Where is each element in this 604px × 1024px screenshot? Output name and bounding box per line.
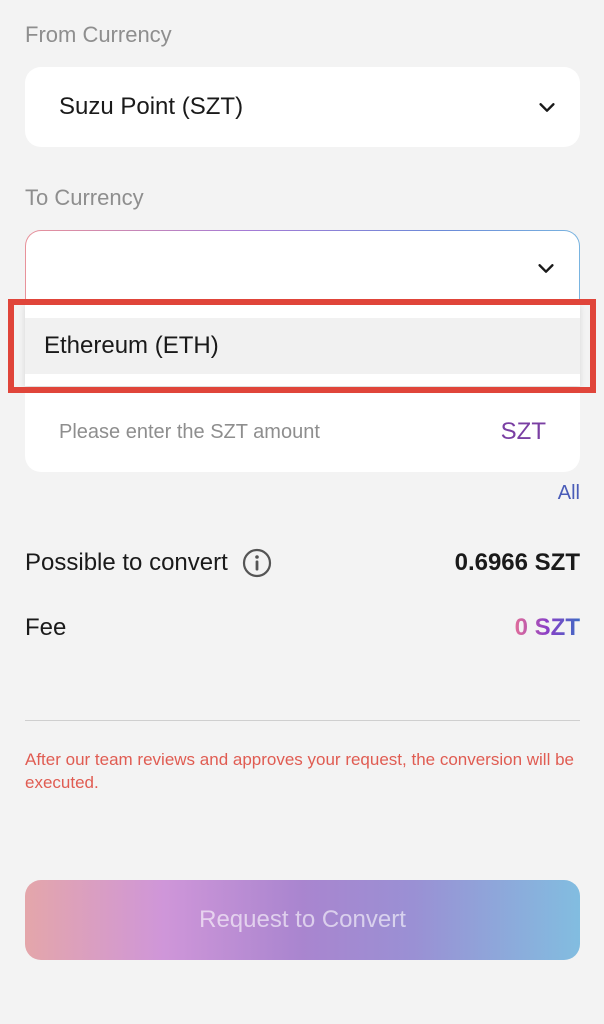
chevron-down-icon bbox=[539, 103, 555, 112]
possible-to-convert-value: 0.6966 SZT bbox=[454, 549, 580, 576]
review-notice: After our team reviews and approves your… bbox=[25, 750, 574, 792]
divider bbox=[25, 720, 580, 721]
possible-to-convert-row: Possible to convert 0.6966 SZT bbox=[25, 548, 580, 578]
fee-label: Fee bbox=[25, 614, 67, 641]
amount-unit: SZT bbox=[500, 418, 546, 445]
info-circle-icon[interactable] bbox=[242, 548, 272, 578]
from-currency-value: Suzu Point (SZT) bbox=[59, 93, 244, 120]
from-currency-label: From Currency bbox=[25, 22, 172, 47]
amount-field: SZT bbox=[25, 392, 580, 472]
to-currency-label: To Currency bbox=[25, 185, 144, 210]
to-currency-dropdown: Ethereum (ETH) bbox=[25, 304, 580, 386]
amount-input[interactable] bbox=[59, 420, 501, 444]
from-currency-select[interactable]: Suzu Point (SZT) bbox=[25, 67, 580, 147]
fee-row: Fee 0 SZT bbox=[25, 614, 580, 642]
request-to-convert-button[interactable]: Request to Convert bbox=[25, 880, 580, 960]
to-currency-select[interactable] bbox=[25, 230, 580, 304]
dropdown-option-eth[interactable]: Ethereum (ETH) bbox=[25, 318, 580, 374]
possible-to-convert-label: Possible to convert bbox=[25, 549, 228, 576]
fee-value: 0 SZT bbox=[514, 614, 580, 641]
all-button[interactable]: All bbox=[558, 482, 580, 505]
chevron-down-icon bbox=[538, 263, 554, 273]
